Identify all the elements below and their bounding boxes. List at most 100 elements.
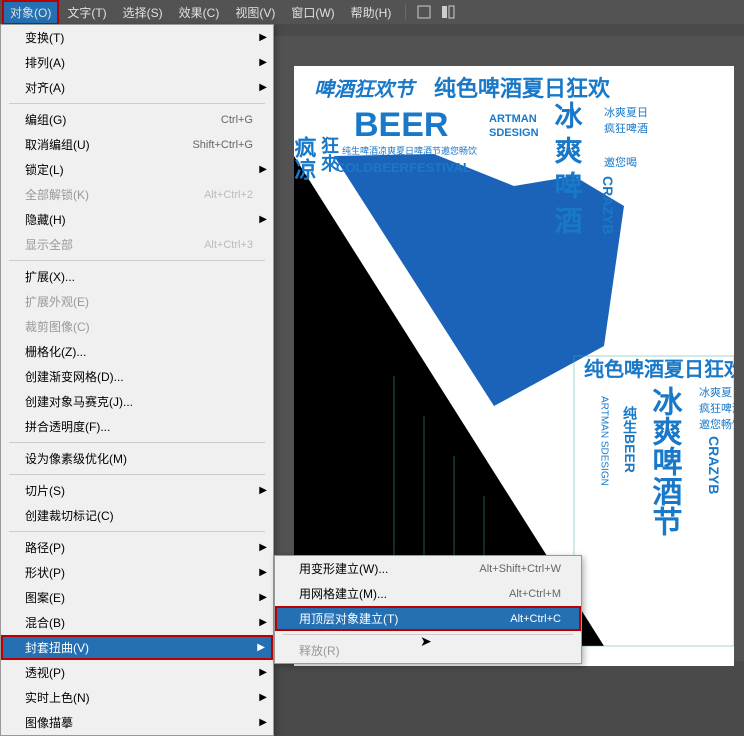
svg-text:CRAZYB: CRAZYB [706, 436, 722, 494]
menu-item-label: 设为像素级优化(M) [25, 450, 127, 467]
menu-item-label: 用网格建立(M)... [299, 585, 387, 602]
envelope-submenu-item-0[interactable]: 用变形建立(W)... Alt+Shift+Ctrl+W [275, 556, 581, 581]
menu-window[interactable]: 窗口(W) [283, 0, 342, 25]
svg-text:邀您畅饮: 邀您畅饮 [699, 417, 734, 431]
object-menu-item-27[interactable]: 混合(B) ▶ [1, 610, 273, 635]
side1: 冰爽夏日 [604, 106, 648, 119]
object-menu-item-19[interactable]: 设为像素级优化(M) [1, 446, 273, 471]
object-menu-item-25[interactable]: 形状(P)▶ [1, 560, 273, 585]
menu-item-label: 用顶层对象建立(T) [299, 610, 398, 627]
menu-shortcut: Alt+Shift+Ctrl+W [479, 563, 561, 575]
object-menu-item-7: 全部解锁(K) Alt+Ctrl+2 [1, 182, 273, 207]
object-menu-item-28[interactable]: 封套扭曲(V)▶ [1, 635, 273, 660]
object-menu-item-22[interactable]: 创建裁切标记(C) [1, 503, 273, 528]
menu-item-label: 栅格化(Z)... [25, 343, 86, 360]
menu-item-label: 封套扭曲(V) [25, 639, 89, 656]
menu-item-label: 取消编组(U) [25, 136, 90, 153]
menu-item-label: 实时上色(N) [25, 689, 90, 706]
object-menu-item-11[interactable]: 扩展(X)... [1, 264, 273, 289]
menu-item-label: 显示全部 [25, 236, 73, 253]
object-menu-item-30[interactable]: 实时上色(N) ▶ [1, 685, 273, 710]
toolbar-icon-2[interactable] [440, 4, 456, 20]
object-menu-item-2[interactable]: 对齐(A)▶ [1, 75, 273, 100]
menu-item-label: 路径(P) [25, 539, 65, 556]
object-menu-item-13: 裁剪图像(C) [1, 314, 273, 339]
submenu-arrow-icon: ▶ [259, 164, 267, 175]
object-menu-item-29[interactable]: 透视(P) ▶ [1, 660, 273, 685]
svg-text:纯生BEER: 纯生BEER [622, 405, 638, 473]
divider [405, 4, 406, 20]
object-menu-dropdown: 变换(T)▶排列(A)▶对齐(A)▶编组(G)Ctrl+G取消编组(U)Shif… [0, 24, 274, 736]
beer-large: BEER [354, 106, 448, 144]
menu-item-label: 锁定(L) [25, 161, 64, 178]
object-menu-item-6[interactable]: 锁定(L) ▶ [1, 157, 273, 182]
menu-item-label: 用变形建立(W)... [299, 560, 388, 577]
svg-text:ARTMAN SDESIGN: ARTMAN SDESIGN [599, 396, 610, 486]
menu-type[interactable]: 文字(T) [59, 0, 114, 25]
menu-item-label: 隐藏(H) [25, 211, 66, 228]
big-col: 冰 [552, 101, 583, 129]
side2: 疯狂啤酒 [604, 121, 648, 135]
object-menu-item-17[interactable]: 拼合透明度(F)... [1, 414, 273, 439]
menu-shortcut: Shift+Ctrl+G [192, 139, 253, 151]
menu-select[interactable]: 选择(S) [115, 0, 171, 25]
menu-item-label: 编组(G) [25, 111, 66, 128]
object-menu-item-24[interactable]: 路径(P) ▶ [1, 535, 273, 560]
menu-shortcut: Alt+Ctrl+C [510, 613, 561, 625]
submenu-arrow-icon: ▶ [259, 617, 267, 628]
menu-item-label: 变换(T) [25, 29, 64, 46]
menu-item-label: 扩展(X)... [25, 268, 75, 285]
object-menu-item-4[interactable]: 编组(G) Ctrl+G [1, 107, 273, 132]
menu-item-label: 透视(P) [25, 664, 65, 681]
svg-text:啤: 啤 [552, 171, 583, 199]
submenu-arrow-icon: ▶ [259, 667, 267, 678]
menu-shortcut: Alt+Ctrl+M [509, 588, 561, 600]
menu-effect[interactable]: 效果(C) [171, 0, 228, 25]
submenu-arrow-icon: ▶ [259, 57, 267, 68]
object-menu-item-5[interactable]: 取消编组(U) Shift+Ctrl+G [1, 132, 273, 157]
object-menu-item-31[interactable]: 图像描摹▶ [1, 710, 273, 735]
menu-separator [9, 103, 265, 104]
menu-item-label: 混合(B) [25, 614, 65, 631]
submenu-arrow-icon: ▶ [259, 692, 267, 703]
menu-shortcut: Ctrl+G [221, 114, 253, 126]
object-menu-item-14[interactable]: 栅格化(Z)... [1, 339, 273, 364]
menu-view[interactable]: 视图(V) [227, 0, 283, 25]
object-menu-item-21[interactable]: 切片(S)▶ [1, 478, 273, 503]
submenu-arrow-icon: ▶ [259, 214, 267, 225]
object-menu-item-8[interactable]: 隐藏(H) ▶ [1, 207, 273, 232]
menu-separator [9, 260, 265, 261]
menu-item-label: 全部解锁(K) [25, 186, 89, 203]
side3: 邀您喝 [604, 155, 637, 169]
object-menu-item-12: 扩展外观(E) [1, 289, 273, 314]
object-menu-item-26[interactable]: 图案(E)▶ [1, 585, 273, 610]
object-menu-item-0[interactable]: 变换(T)▶ [1, 25, 273, 50]
vert-1: 疯凉 [294, 135, 317, 180]
envelope-submenu-item-2[interactable]: 用顶层对象建立(T) Alt+Ctrl+C [275, 606, 581, 631]
toolbar-icon-1[interactable] [416, 4, 432, 20]
menu-item-label: 扩展外观(E) [25, 293, 89, 310]
menu-item-label: 形状(P) [25, 564, 65, 581]
banner-text: 啤酒狂欢节 [314, 78, 418, 101]
crazy: CRAZYB [600, 176, 616, 234]
object-menu-item-16[interactable]: 创建对象马赛克(J)... [1, 389, 273, 414]
menu-help[interactable]: 帮助(H) [343, 0, 400, 25]
object-menu-item-15[interactable]: 创建渐变网格(D)... [1, 364, 273, 389]
menubar: 对象(O) 文字(T) 选择(S) 效果(C) 视图(V) 窗口(W) 帮助(H… [0, 0, 744, 24]
menu-separator [9, 474, 265, 475]
menu-shortcut: Alt+Ctrl+2 [204, 189, 253, 201]
menu-item-label: 切片(S) [25, 482, 65, 499]
menu-item-label: 对齐(A) [25, 79, 65, 96]
svg-text:冰爽夏日: 冰爽夏日 [699, 386, 734, 399]
menu-separator [9, 442, 265, 443]
svg-text:冰爽啤酒节: 冰爽啤酒节 [648, 386, 683, 536]
object-menu-item-9: 显示全部 Alt+Ctrl+3 [1, 232, 273, 257]
menu-object[interactable]: 对象(O) [2, 0, 59, 25]
menu-shortcut: Alt+Ctrl+3 [204, 239, 253, 251]
object-menu-item-1[interactable]: 排列(A)▶ [1, 50, 273, 75]
menu-item-label: 裁剪图像(C) [25, 318, 90, 335]
brand1: ARTMAN [489, 113, 537, 125]
envelope-submenu-item-1[interactable]: 用网格建立(M)... Alt+Ctrl+M [275, 581, 581, 606]
menu-item-label: 创建裁切标记(C) [25, 507, 114, 524]
submenu-arrow-icon: ▶ [259, 542, 267, 553]
